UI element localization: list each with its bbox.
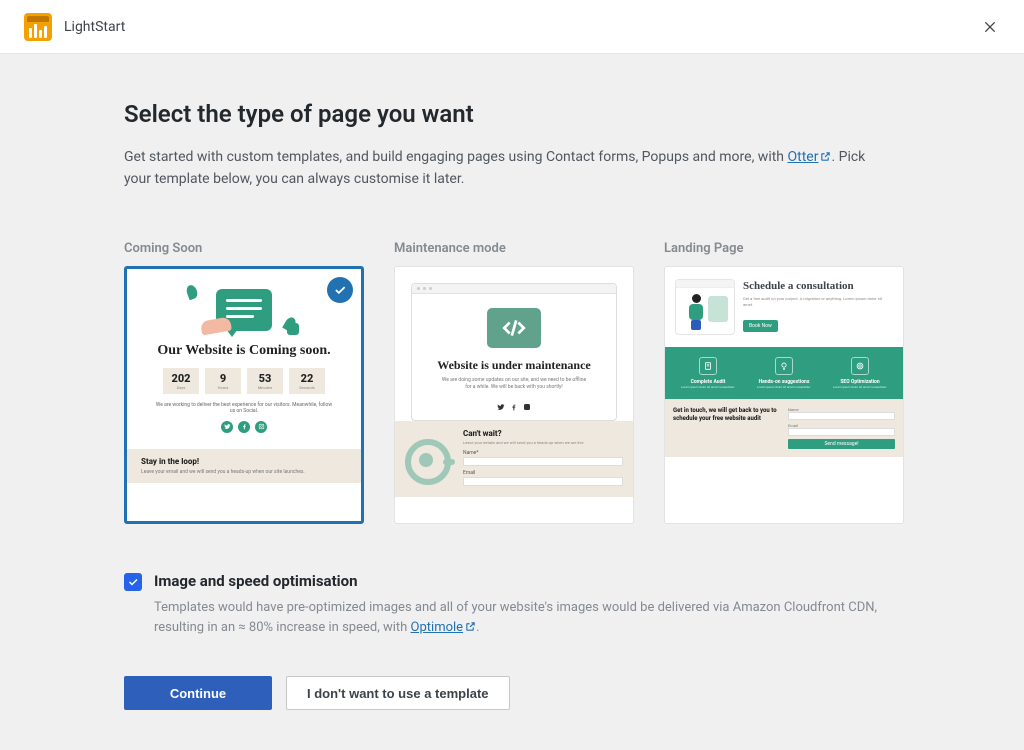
preview-subtext: We are doing some updates on our site, a… [440, 377, 588, 390]
browser-frame: Website is under maintenance We are doin… [411, 283, 617, 421]
person-board-illustration [675, 279, 735, 335]
template-card-coming-soon[interactable]: Our Website is Coming soon. 202Days 9Hou… [124, 266, 364, 524]
template-card-maintenance[interactable]: Website is under maintenance We are doin… [394, 266, 634, 524]
twitter-icon [497, 396, 505, 404]
cant-wait-block: Can't wait? Leave your details and we wi… [395, 421, 633, 497]
preview-headline: Website is under maintenance [422, 358, 606, 372]
email-input-preview [788, 428, 895, 436]
optimization-row: Image and speed optimisation Templates w… [124, 572, 904, 638]
template-option-coming-soon: Coming Soon Our Website is Coming soon. [124, 241, 364, 524]
instagram-icon [255, 421, 267, 433]
name-input-preview [463, 457, 623, 466]
optimole-link[interactable]: Optimole [411, 620, 477, 635]
template-label: Coming Soon [124, 241, 364, 256]
button-row: Continue I don't want to use a template [124, 676, 904, 710]
preview-headline: Our Website is Coming soon. [139, 343, 349, 360]
optimization-checkbox[interactable] [124, 573, 142, 591]
continue-button[interactable]: Continue [124, 676, 272, 710]
close-button[interactable] [976, 13, 1004, 41]
countdown-row: 202Days 9Hours 53Minutes 22Seconds [139, 368, 349, 394]
app-icon [24, 13, 52, 41]
code-icon [487, 308, 541, 348]
name-input-preview [788, 412, 895, 420]
template-option-landing: Landing Page Schedule a consultation Get… [664, 241, 904, 524]
modal-content: Select the type of page you want Get sta… [0, 54, 1024, 750]
twitter-icon [221, 421, 233, 433]
target-icon [851, 357, 869, 375]
stay-in-loop-block: Stay in the loop! Leave your email and w… [127, 449, 361, 483]
at-sign-icon [405, 439, 451, 485]
header-left: LightStart [24, 13, 125, 41]
optimization-desc: Templates would have pre-optimized image… [154, 598, 894, 638]
contact-row: Get in touch, we will get back to you to… [665, 399, 903, 457]
template-label: Landing Page [664, 241, 904, 256]
chat-bubble-illustration [139, 283, 349, 337]
external-link-icon [820, 151, 831, 162]
preview-subtext: We are working to deliver the best exper… [153, 402, 335, 415]
close-icon [982, 18, 998, 36]
email-input-preview [463, 477, 623, 486]
book-now-badge: Book Now [743, 320, 778, 332]
features-row: Complete AuditLorem ipsum dolor sit amet… [665, 347, 903, 399]
otter-link[interactable]: Otter [787, 149, 831, 165]
preview-headline: Schedule a consultation [743, 281, 893, 293]
template-options: Coming Soon Our Website is Coming soon. [124, 241, 904, 524]
external-link-icon [465, 621, 476, 632]
facebook-icon [238, 421, 250, 433]
page-title: Select the type of page you want [124, 100, 904, 128]
intro-prefix: Get started with custom templates, and b… [124, 149, 787, 165]
document-icon [699, 357, 717, 375]
template-option-maintenance: Maintenance mode Website is under mainte… [394, 241, 634, 524]
instagram-icon [523, 396, 531, 404]
lightbulb-icon [775, 357, 793, 375]
template-card-landing[interactable]: Schedule a consultation Get a free audit… [664, 266, 904, 524]
app-title: LightStart [64, 19, 125, 35]
social-icons [139, 421, 349, 433]
template-label: Maintenance mode [394, 241, 634, 256]
preview-subtext: Get a free audit on your project. A migr… [743, 296, 893, 306]
send-button-preview: Send message! [788, 439, 895, 449]
modal-header: LightStart [0, 0, 1024, 54]
intro-text: Get started with custom templates, and b… [124, 146, 884, 191]
check-icon [127, 576, 139, 588]
facebook-icon [510, 396, 518, 404]
optimization-title: Image and speed optimisation [154, 572, 894, 590]
skip-template-button[interactable]: I don't want to use a template [286, 676, 510, 710]
social-icons [422, 396, 606, 404]
contact-text: Get in touch, we will get back to you to… [673, 407, 780, 449]
